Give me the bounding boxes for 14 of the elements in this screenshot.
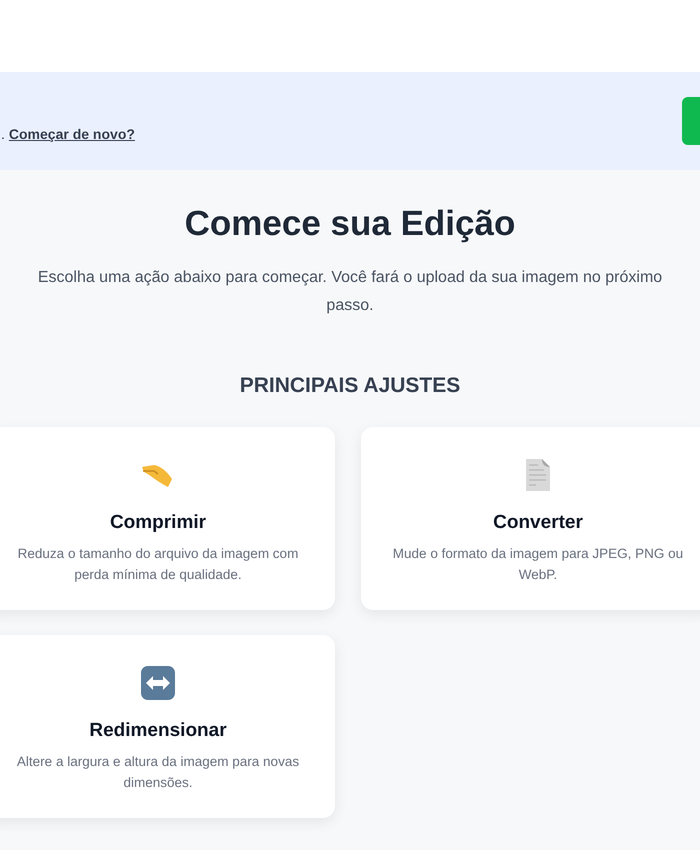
page-heading: Comece sua Edição: [184, 203, 516, 245]
banner-text: .: [1, 126, 5, 142]
action-card[interactable]: Comprimir Reduza o tamanho do arquivo da imagem com perda mínima de qualidade.: [0, 427, 335, 610]
card-title: Comprimir: [110, 511, 206, 535]
card-title: Redimensionar: [89, 719, 227, 743]
section-heading: PRINCIPAIS AJUSTES: [238, 373, 462, 399]
action-card[interactable]: Redimensionar Altere a largura e altura da imagem para novas dimensões.: [0, 635, 335, 818]
card-title: Converter: [493, 511, 583, 535]
card-description: Altere a largura e altura da imagem para novas dimensões.: [16, 753, 300, 792]
page-subtitle: Escolha uma ação abaixo para começar. Você fará o upload da sua imagem no próximo passo.: [36, 268, 664, 316]
start-over-link[interactable]: Começar de novo?: [8, 126, 135, 142]
card-description: Mude o formato da imagem para JPEG, PNG ou WebP.: [392, 545, 684, 584]
action-card[interactable]: Converter Mude o formato da imagem para JPEG, PNG ou WebP.: [361, 427, 700, 610]
card-description: Reduza o tamanho do arquivo da imagem com perda mínima de qualidade.: [16, 545, 300, 584]
